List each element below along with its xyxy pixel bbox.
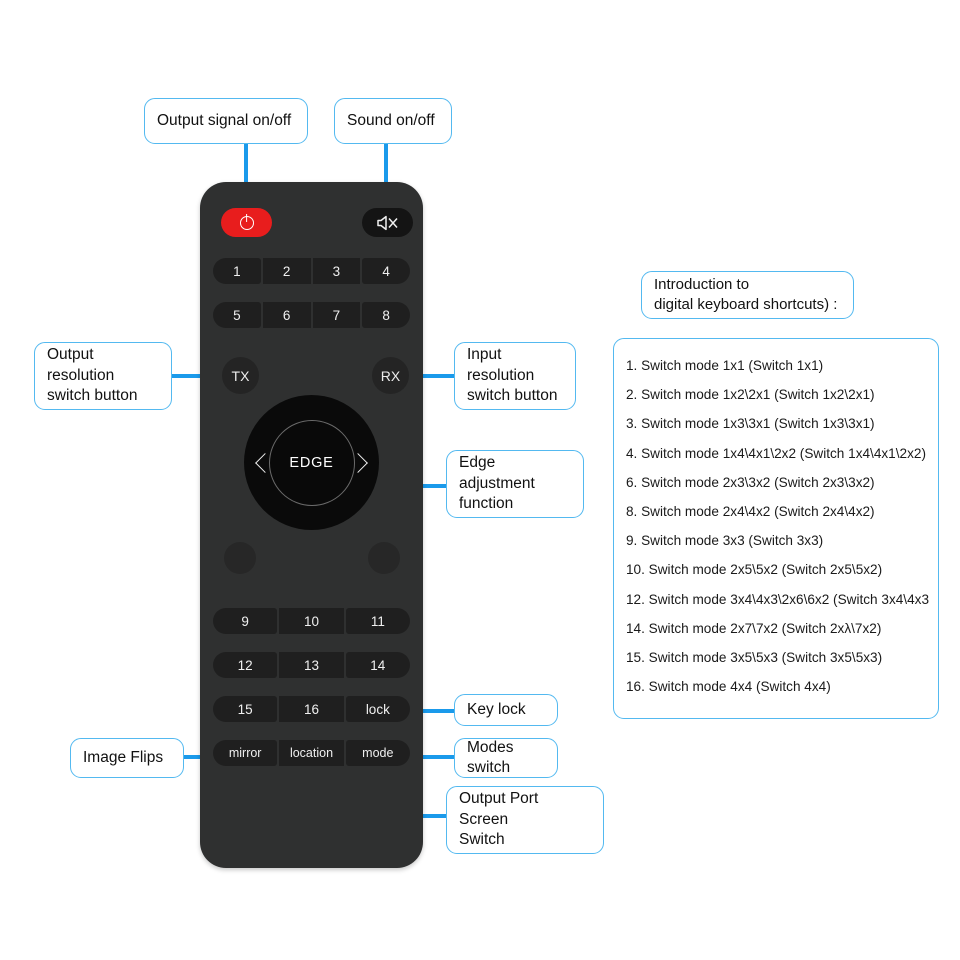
callout-mute-label: Sound on/off bbox=[347, 111, 435, 129]
shortcut-item: 15. Switch mode 3x5\5x3 (Switch 3x5\5x3) bbox=[626, 649, 883, 665]
key-16[interactable]: 16 bbox=[279, 696, 344, 722]
tx-button[interactable]: TX bbox=[222, 357, 259, 394]
callout-power[interactable]: Output signal on/off bbox=[144, 98, 308, 144]
shortcut-item: 9. Switch mode 3x3 (Switch 3x3) bbox=[626, 533, 824, 549]
callout-tx-label-line2: switch button bbox=[47, 387, 138, 405]
shortcut-item: 3. Switch mode 1x3\3x1 (Switch 1x3\3x1) bbox=[626, 416, 875, 432]
callout-mode-label: Modes switch bbox=[467, 738, 514, 776]
shortcut-item: 12. Switch mode 3x4\4x3\2x6\6x2 (Switch … bbox=[626, 591, 929, 607]
shortcuts-list: 1. Switch mode 1x1 (Switch 1x1) 2. Switch… bbox=[626, 358, 938, 709]
key-5[interactable]: 5 bbox=[213, 302, 261, 328]
shortcuts-header-line1: Introduction to bbox=[654, 275, 750, 293]
shortcut-item: 1. Switch mode 1x1 (Switch 1x1) bbox=[626, 358, 824, 373]
shortcut-item: 14. Switch mode 2x7\7x2 (Switch 2xλ\7x2) bbox=[626, 620, 882, 636]
callout-mode[interactable]: Modes switch bbox=[454, 738, 558, 778]
key-11[interactable]: 11 bbox=[345, 608, 410, 634]
key-13[interactable]: 13 bbox=[279, 652, 344, 678]
key-3[interactable]: 3 bbox=[312, 258, 361, 284]
diagram-canvas: Output signal on/off Sound on/off Output… bbox=[0, 0, 960, 960]
mute-speaker-icon bbox=[376, 215, 398, 230]
rx-button[interactable]: RX bbox=[372, 357, 409, 394]
shortcut-item: 6. Switch mode 2x3\3x2 (Switch 2x3\3x2) bbox=[626, 474, 875, 490]
callout-tx[interactable]: Output resolution switch button bbox=[34, 342, 172, 410]
callout-mute[interactable]: Sound on/off bbox=[334, 98, 452, 144]
shortcut-item: 4. Switch mode 1x4\4x1\2x2 (Switch 1x4\4… bbox=[626, 445, 926, 461]
keypad-row-1-4: 1 2 3 4 bbox=[213, 258, 410, 284]
mute-button[interactable] bbox=[362, 208, 413, 237]
callout-lock-label: Key lock bbox=[467, 700, 526, 718]
edge-navigation-wheel[interactable]: EDGE bbox=[244, 395, 379, 530]
key-mode[interactable]: mode bbox=[345, 740, 410, 766]
callout-tx-label-line1: Output resolution bbox=[47, 346, 115, 384]
key-location[interactable]: location bbox=[279, 740, 344, 766]
power-icon bbox=[239, 215, 254, 230]
shortcut-item: 10. Switch mode 2x5\5x2 (Switch 2x5\5x2) bbox=[626, 562, 883, 578]
key-9[interactable]: 9 bbox=[213, 608, 278, 634]
callout-location-label-line2: Switch bbox=[459, 831, 505, 849]
shortcuts-panel: 1. Switch mode 1x1 (Switch 1x1) 2. Switch… bbox=[613, 338, 939, 719]
keypad-row-15-lock: 15 16 lock bbox=[213, 696, 410, 722]
shortcuts-header-line2: digital keyboard shortcuts) : bbox=[654, 296, 838, 313]
key-mirror[interactable]: mirror bbox=[213, 740, 278, 766]
callout-mirror-label: Image Flips bbox=[83, 748, 164, 766]
key-12[interactable]: 12 bbox=[213, 652, 278, 678]
keypad-row-9-11: 9 10 11 bbox=[213, 608, 410, 634]
key-10[interactable]: 10 bbox=[279, 608, 344, 634]
power-button[interactable] bbox=[221, 208, 272, 237]
callout-location-label-line1: Output Port Screen bbox=[459, 790, 539, 828]
keypad-row-12-14: 12 13 14 bbox=[213, 652, 410, 678]
shortcut-item: 2. Switch mode 1x2\2x1 (Switch 1x2\2x1) bbox=[626, 387, 875, 403]
key-lock[interactable]: lock bbox=[345, 696, 410, 722]
callout-mirror[interactable]: Image Flips bbox=[70, 738, 184, 778]
keypad-row-5-8: 5 6 7 8 bbox=[213, 302, 410, 328]
key-7[interactable]: 7 bbox=[312, 302, 361, 328]
callout-rx[interactable]: Input resolution switch button bbox=[454, 342, 576, 410]
callout-power-label: Output signal on/off bbox=[157, 111, 292, 129]
callout-rx-label-line2: switch button bbox=[467, 387, 558, 405]
key-15[interactable]: 15 bbox=[213, 696, 278, 722]
callout-edge-label-line1: Edge adjustment bbox=[459, 454, 535, 492]
key-8[interactable]: 8 bbox=[362, 302, 410, 328]
shortcut-item: 8. Switch mode 2x4\4x2 (Switch 2x4\4x2) bbox=[626, 503, 875, 519]
shortcut-item: 16. Switch mode 4x4 (Switch 4x4) bbox=[626, 679, 831, 695]
key-6[interactable]: 6 bbox=[262, 302, 311, 328]
keypad-row-function: mirror location mode bbox=[213, 740, 410, 766]
key-1[interactable]: 1 bbox=[213, 258, 261, 284]
round-pad-right[interactable] bbox=[368, 542, 400, 574]
callout-lock[interactable]: Key lock bbox=[454, 694, 558, 726]
callout-location[interactable]: Output Port Screen Switch bbox=[446, 786, 604, 854]
key-2[interactable]: 2 bbox=[262, 258, 311, 284]
callout-rx-label-line1: Input resolution bbox=[467, 346, 535, 384]
shortcuts-header-callout[interactable]: Introduction to digital keyboard shortcu… bbox=[641, 271, 854, 319]
key-4[interactable]: 4 bbox=[362, 258, 410, 284]
callout-edge[interactable]: Edge adjustment function bbox=[446, 450, 584, 518]
round-pad-left[interactable] bbox=[224, 542, 256, 574]
callout-edge-label-line2: function bbox=[459, 495, 514, 513]
key-14[interactable]: 14 bbox=[345, 652, 410, 678]
edge-center-button[interactable]: EDGE bbox=[268, 419, 355, 506]
remote-control-body: 1 2 3 4 5 6 7 8 TX RX EDGE 9 10 11 12 13 bbox=[200, 182, 423, 868]
